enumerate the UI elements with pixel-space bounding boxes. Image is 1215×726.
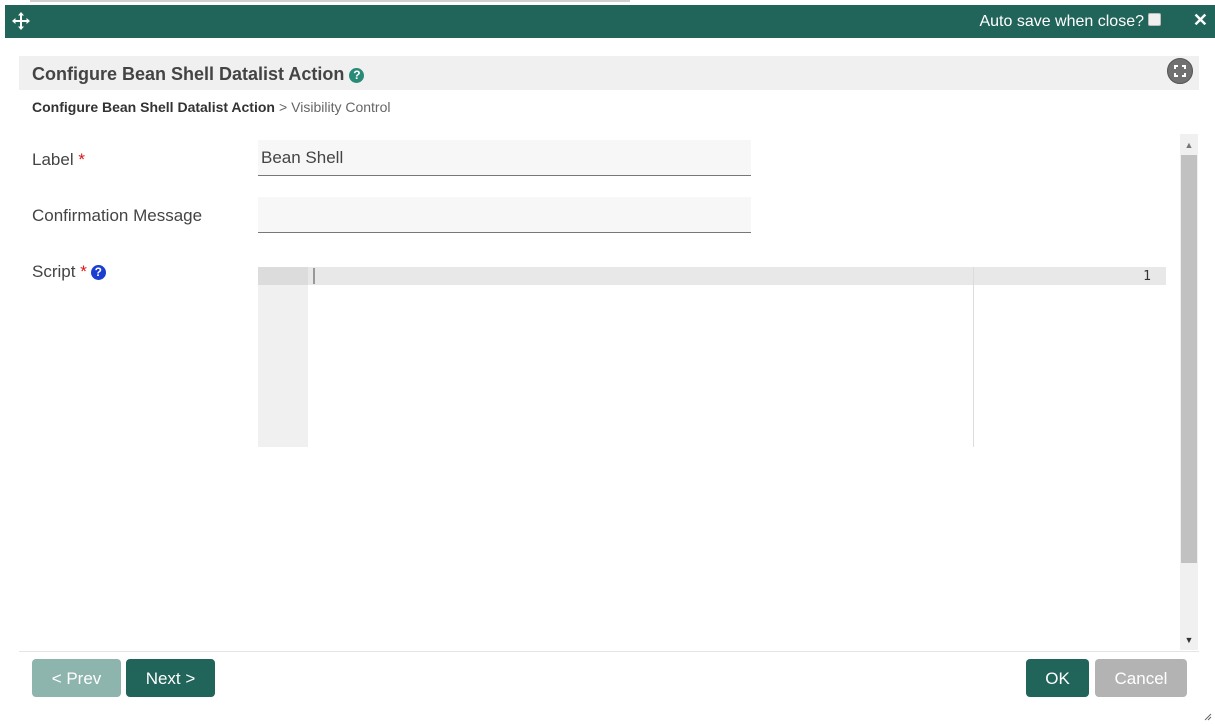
autosave-toggle[interactable]: Auto save when close? bbox=[979, 12, 1161, 31]
cancel-button[interactable]: Cancel bbox=[1095, 659, 1187, 697]
autosave-label: Auto save when close? bbox=[979, 13, 1144, 30]
page-title: Configure Bean Shell Datalist Action? bbox=[32, 64, 365, 85]
editor-gutter-active-line bbox=[258, 267, 308, 285]
fullscreen-icon[interactable] bbox=[1167, 58, 1193, 84]
required-marker: * bbox=[78, 150, 85, 169]
confirmation-field-text: Confirmation Message bbox=[32, 206, 203, 225]
ok-button[interactable]: OK bbox=[1026, 659, 1089, 697]
label-input[interactable] bbox=[258, 140, 751, 176]
scrollbar-thumb[interactable] bbox=[1181, 155, 1197, 563]
move-icon[interactable] bbox=[12, 12, 30, 30]
editor-print-margin bbox=[973, 267, 974, 447]
label-field-text: Label bbox=[32, 150, 74, 169]
breadcrumb: Configure Bean Shell Datalist Action > Vis… bbox=[32, 99, 391, 115]
script-field-text: Script bbox=[32, 262, 76, 281]
script-field-label: Script *? bbox=[32, 262, 106, 282]
editor-active-line[interactable] bbox=[308, 267, 1166, 285]
help-icon[interactable]: ? bbox=[349, 68, 365, 83]
confirmation-field-label: Confirmation Message bbox=[32, 206, 202, 226]
prev-button[interactable]: < Prev bbox=[32, 659, 121, 697]
breadcrumb-current: Configure Bean Shell Datalist Action bbox=[32, 99, 275, 115]
line-number: 1 bbox=[1143, 269, 1151, 284]
dialog-header: Configure Bean Shell Datalist Action? bbox=[19, 56, 1199, 90]
autosave-checkbox[interactable] bbox=[1148, 12, 1161, 26]
breadcrumb-next[interactable]: Visibility Control bbox=[291, 99, 390, 115]
scroll-down-arrow-icon[interactable]: ▼ bbox=[1180, 633, 1198, 647]
scroll-up-arrow-icon[interactable]: ▲ bbox=[1180, 138, 1198, 152]
breadcrumb-separator: > bbox=[278, 99, 288, 115]
help-icon[interactable]: ? bbox=[90, 265, 106, 280]
label-field-label: Label * bbox=[32, 150, 85, 170]
background-ghost bbox=[30, 0, 630, 2]
resize-grip-icon[interactable] bbox=[1202, 708, 1212, 721]
dialog-titlebar[interactable]: Auto save when close? ✕ bbox=[5, 5, 1215, 38]
confirmation-message-input[interactable] bbox=[258, 197, 751, 233]
close-icon[interactable]: ✕ bbox=[1193, 9, 1208, 31]
script-editor[interactable]: 1 bbox=[258, 267, 1166, 447]
next-button[interactable]: Next > bbox=[126, 659, 215, 697]
editor-gutter bbox=[258, 267, 308, 447]
text-cursor bbox=[313, 268, 315, 284]
footer-divider bbox=[19, 651, 1199, 652]
page-title-text: Configure Bean Shell Datalist Action bbox=[32, 64, 345, 84]
required-marker: * bbox=[80, 262, 87, 281]
